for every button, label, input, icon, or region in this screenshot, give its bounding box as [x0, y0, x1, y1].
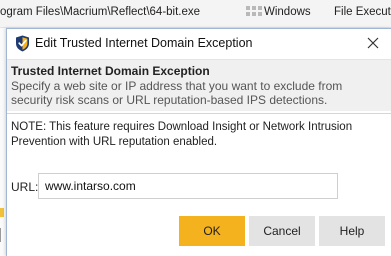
grid-icon: [244, 4, 262, 21]
close-icon[interactable]: [363, 33, 383, 53]
background-column-file-execution: File Execution: [334, 6, 391, 18]
note-text: NOTE: This feature requires Download Ins…: [11, 121, 353, 148]
url-input[interactable]: [38, 173, 338, 199]
cancel-button[interactable]: Cancel: [249, 216, 315, 246]
dialog-title: Edit Trusted Internet Domain Exception: [35, 36, 253, 50]
divider: [7, 113, 391, 114]
header-title: Trusted Internet Domain Exception: [11, 64, 210, 78]
help-button[interactable]: Help: [319, 216, 385, 246]
edit-trusted-domain-dialog: Edit Trusted Internet Domain Exception T…: [6, 28, 391, 256]
ok-button[interactable]: OK: [179, 216, 245, 246]
dialog-titlebar[interactable]: Edit Trusted Internet Domain Exception: [7, 29, 391, 58]
header-description: Specify a web site or IP address that yo…: [11, 79, 343, 107]
norton-shield-icon: [16, 35, 29, 52]
url-label: URL:: [11, 180, 39, 194]
background-marker: [0, 208, 4, 217]
background-file-path: ogram Files\Macrium\Reflect\64-bit.exe: [0, 6, 201, 18]
background-column-windows: Windows: [264, 6, 311, 18]
background-window-header: ogram Files\Macrium\Reflect\64-bit.exe W…: [0, 0, 391, 28]
dialog-header: Trusted Internet Domain Exception Specif…: [7, 59, 391, 111]
background-tree-line: [0, 228, 3, 242]
